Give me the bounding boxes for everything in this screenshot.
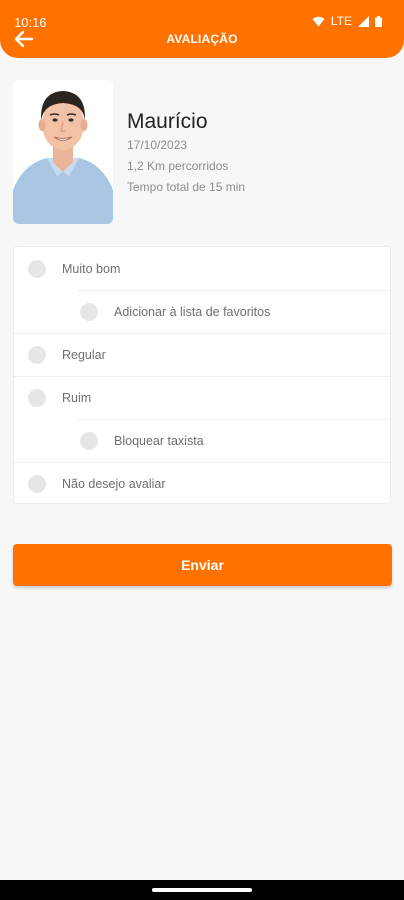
rating-options-card: Muito bom Adicionar à lista de favoritos…	[13, 246, 391, 504]
rating-option-label: Regular	[62, 347, 106, 362]
wifi-icon	[312, 16, 325, 26]
radio-icon[interactable]	[28, 345, 46, 364]
status-icons: LTE	[312, 14, 382, 28]
rating-option-regular[interactable]: Regular	[28, 333, 388, 376]
driver-profile: Maurício 17/10/2023 1,2 Km percorridos T…	[13, 80, 393, 224]
signal-icon	[358, 15, 369, 27]
page-title: AVALIAÇÃO	[166, 32, 238, 46]
rating-option-muito-bom[interactable]: Muito bom	[28, 247, 388, 290]
rating-option-nao-avaliar[interactable]: Não desejo avaliar	[28, 462, 388, 505]
trip-duration: Tempo total de 15 min	[127, 180, 246, 194]
status-time: 10:16	[14, 15, 47, 30]
system-nav-bar	[0, 880, 404, 900]
trip-date: 17/10/2023	[127, 138, 188, 152]
home-indicator[interactable]	[152, 888, 252, 892]
rating-option-label: Adicionar à lista de favoritos	[114, 304, 271, 319]
radio-icon[interactable]	[80, 302, 98, 321]
radio-icon[interactable]	[28, 474, 46, 493]
rating-option-ruim[interactable]: Ruim	[28, 376, 388, 419]
app-header: 10:16 LTE AVALIAÇÃO	[0, 0, 404, 58]
rating-option-favoritos[interactable]: Adicionar à lista de favoritos	[80, 290, 388, 333]
driver-name: Maurício	[127, 110, 208, 133]
radio-icon[interactable]	[28, 259, 46, 278]
rating-option-label: Não desejo avaliar	[62, 476, 166, 491]
rating-option-label: Bloquear taxista	[114, 433, 204, 448]
network-label: LTE	[330, 14, 352, 28]
radio-icon[interactable]	[80, 431, 98, 450]
rating-option-label: Ruim	[62, 390, 92, 405]
rating-option-label: Muito bom	[62, 261, 121, 276]
radio-icon[interactable]	[28, 388, 46, 407]
send-button[interactable]: Enviar	[13, 544, 392, 586]
battery-icon	[375, 15, 382, 27]
driver-photo	[13, 80, 113, 224]
rating-option-bloquear[interactable]: Bloquear taxista	[80, 419, 388, 462]
trip-distance: 1,2 Km percorridos	[127, 159, 229, 173]
